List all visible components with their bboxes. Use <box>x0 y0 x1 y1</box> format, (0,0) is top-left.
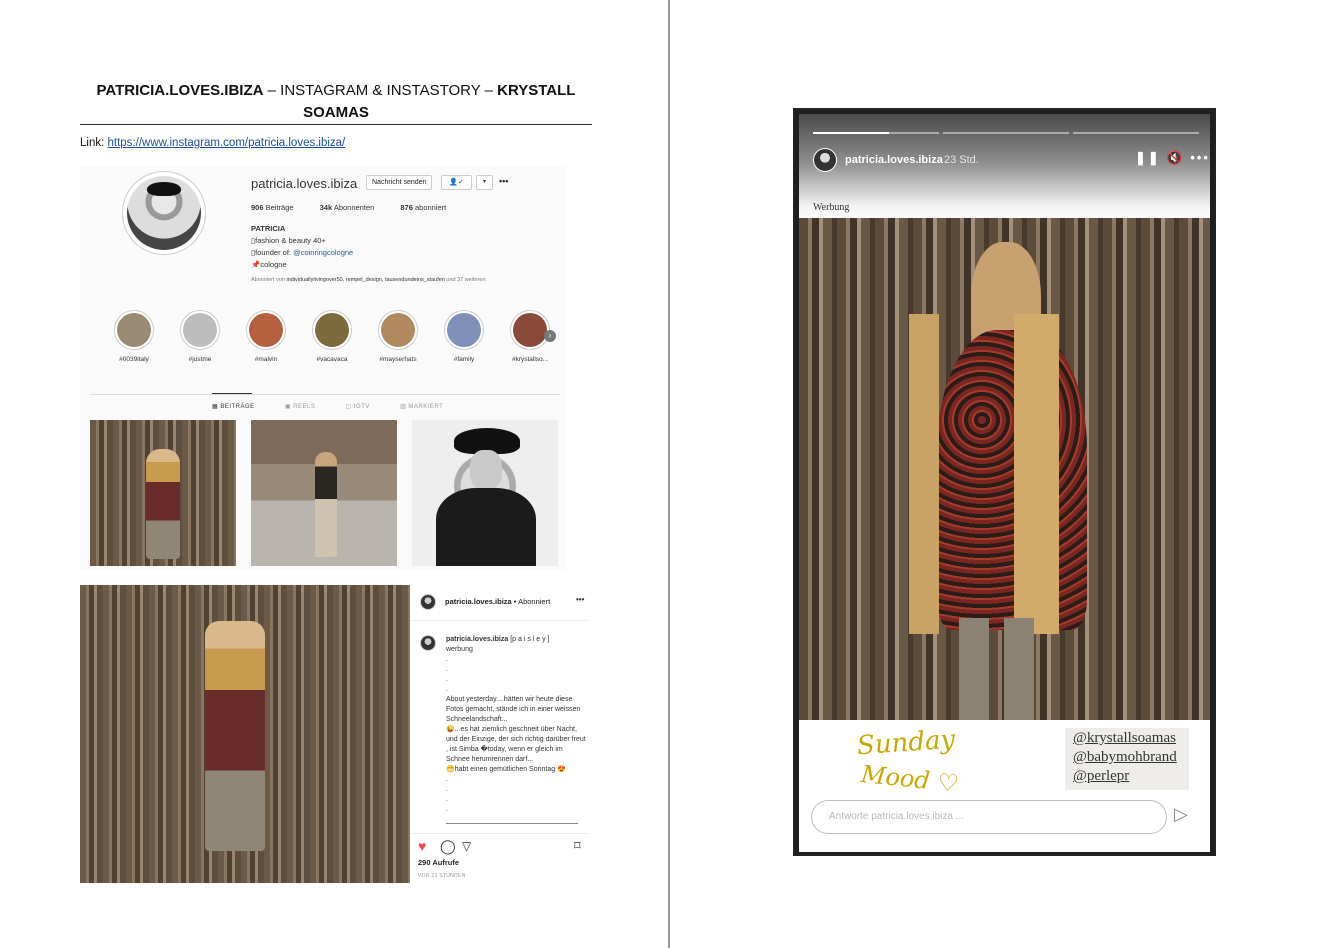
story-progress-bar <box>1073 132 1199 134</box>
comment-icon[interactable]: ◯ <box>440 838 456 854</box>
story-progress-bar <box>943 132 1069 134</box>
story-progress-bar <box>813 132 939 134</box>
caption-avatar[interactable] <box>420 635 436 651</box>
story-username[interactable]: patricia.loves.ibiza <box>845 154 943 166</box>
profile-username: patricia.loves.ibiza <box>251 176 358 191</box>
followers-count[interactable]: 34k Abonnenten <box>320 203 387 212</box>
tab-posts[interactable]: ▦ BEITRÄGE <box>212 404 255 410</box>
post-username[interactable]: patricia.loves.ibiza <box>445 597 512 606</box>
story-photo <box>799 218 1210 720</box>
post-photo[interactable] <box>80 585 410 883</box>
grid-post-photo[interactable] <box>90 420 236 566</box>
bookmark-icon[interactable]: ⌑ <box>574 838 581 854</box>
following-count[interactable]: 876 abonniert <box>400 203 458 212</box>
post-panel: patricia.loves.ibiza • Abonniert ••• pat… <box>410 585 590 883</box>
tabs-divider <box>90 394 560 395</box>
heart-icon[interactable]: ♥ <box>418 838 426 854</box>
link-line: Link: https://www.instagram.com/patricia… <box>80 137 346 149</box>
instagram-profile-screenshot: patricia.loves.ibiza Nachricht senden 👤✓… <box>80 165 566 571</box>
story-highlights: #0039italy #justme #malvin #vacavaca #ma… <box>110 310 560 370</box>
grid-post-photo[interactable] <box>412 420 558 566</box>
post-time: VOR 23 STUNDEN <box>418 873 466 879</box>
story-sticker-area: Sunday Mood ♡ @krystallsoamas @babymohbr… <box>799 720 1210 852</box>
grid-post-photo[interactable] <box>251 420 397 566</box>
story-reply-input[interactable]: Antworte patricia.loves.ibiza ... <box>811 800 1167 834</box>
following-button[interactable]: 👤✓ <box>441 175 472 190</box>
document-title: PATRICIA.LOVES.IBIZA – INSTAGRAM & INSTA… <box>96 82 576 121</box>
post-avatar[interactable] <box>420 594 436 610</box>
post-caption: patricia.loves.ibiza [p a i s l e y ] we… <box>446 636 586 813</box>
tab-igtv[interactable]: ▢ IGTV <box>346 404 370 410</box>
profile-avatar[interactable] <box>122 171 206 255</box>
posts-count: 906 Beiträge <box>251 203 294 212</box>
bio-mention-link[interactable]: @coinringcologne <box>293 248 353 257</box>
title-underline <box>80 124 592 125</box>
share-icon[interactable]: ▽ <box>462 838 471 854</box>
send-icon[interactable]: ▷ <box>1174 804 1188 825</box>
followed-by-text: Abonniert von individuallylivingover50, … <box>251 277 486 283</box>
highlight-item[interactable]: #vacavaca <box>308 310 356 363</box>
highlight-item[interactable]: #justme <box>176 310 224 363</box>
page-divider <box>668 0 670 948</box>
tab-tagged[interactable]: ▥ MARKIERT <box>400 404 443 410</box>
story-controls[interactable]: ❚❚ 🔇 ••• <box>1135 150 1210 166</box>
profile-tabs: ▦ BEITRÄGE ▣ REELS ▢ IGTV ▥ MARKIERT <box>212 403 471 410</box>
suggestions-dropdown-button[interactable]: ▾ <box>476 175 493 190</box>
profile-stats: 906 Beiträge 34k Abonnenten 876 abonnier… <box>251 203 470 212</box>
sunday-sticker: Sunday <box>856 724 957 762</box>
active-tab-indicator <box>212 393 252 394</box>
ad-label: Werbung <box>813 202 850 213</box>
instagram-story-screenshot: patricia.loves.ibiza 23 Std. ❚❚ 🔇 ••• We… <box>793 108 1216 856</box>
story-header: patricia.loves.ibiza 23 Std. ❚❚ 🔇 ••• We… <box>799 114 1210 222</box>
tab-reels[interactable]: ▣ REELS <box>285 404 316 410</box>
mood-sticker: Mood ♡ <box>859 759 961 799</box>
send-message-button[interactable]: Nachricht senden <box>366 175 433 190</box>
post-header: patricia.loves.ibiza • Abonniert <box>445 597 551 606</box>
highlight-item[interactable]: #malvin <box>242 310 290 363</box>
story-time: 23 Std. <box>944 154 979 166</box>
story-progress-fill <box>813 132 889 134</box>
chevron-right-icon[interactable]: › <box>544 330 556 342</box>
story-avatar[interactable] <box>813 148 837 172</box>
profile-bio: PATRICIA ▯fashion & beauty 40+ ▯founder … <box>251 224 354 269</box>
story-mention-tag[interactable]: @krystallsoamas <box>1073 730 1176 747</box>
story-mention-tag[interactable]: @perlepr <box>1073 768 1129 785</box>
highlight-item[interactable]: #mayserhats <box>374 310 422 363</box>
instagram-link[interactable]: https://www.instagram.com/patricia.loves… <box>108 137 346 149</box>
post-views: 290 Aufrufe <box>418 858 459 867</box>
left-page: PATRICIA.LOVES.IBIZA – INSTAGRAM & INSTA… <box>0 0 669 948</box>
profile-more-icon[interactable]: ••• <box>499 175 508 188</box>
highlight-item[interactable]: #0039italy <box>110 310 158 363</box>
post-more-icon[interactable]: ••• <box>576 595 584 604</box>
story-mention-tag[interactable]: @babymohbrand <box>1073 749 1177 766</box>
highlight-item[interactable]: #family <box>440 310 488 363</box>
